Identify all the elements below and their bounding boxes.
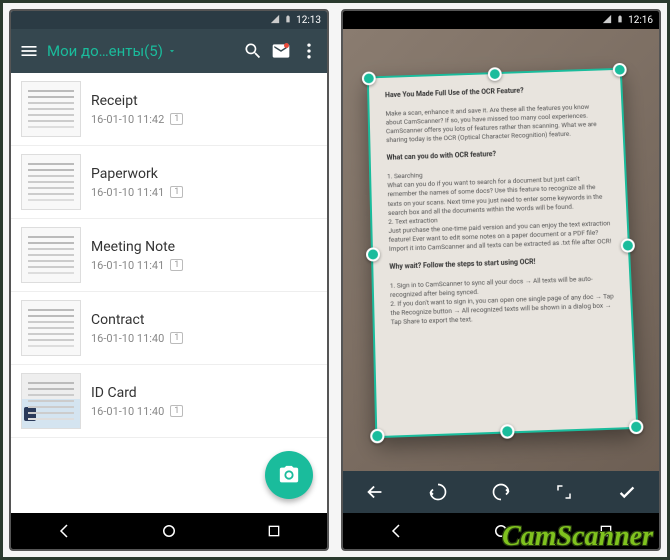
doc-title: ID Card bbox=[91, 385, 317, 401]
doc-meta: 16-01-10 11:40 1 bbox=[91, 405, 317, 418]
paper-heading: Why wait? Follow the steps to start usin… bbox=[390, 258, 536, 271]
doc-meta: 16-01-10 11:41 1 bbox=[91, 186, 317, 199]
doc-thumbnail bbox=[21, 81, 81, 137]
battery-icon bbox=[616, 14, 624, 27]
doc-timestamp: 16-01-10 11:40 bbox=[91, 332, 164, 345]
page-count-badge: 1 bbox=[170, 332, 183, 344]
crop-handle[interactable] bbox=[366, 247, 380, 261]
doc-timestamp: 16-01-10 11:40 bbox=[91, 405, 164, 418]
paper-heading: Have You Made Full Use of the OCR Featur… bbox=[385, 86, 524, 99]
crop-handle[interactable] bbox=[371, 429, 386, 444]
doc-meta: 16-01-10 11:41 1 bbox=[91, 259, 317, 272]
document-list: Receipt 16-01-10 11:42 1 Paperwork 16-01… bbox=[11, 73, 327, 513]
recents-button[interactable] bbox=[263, 520, 285, 542]
page-count-badge: 1 bbox=[170, 405, 183, 417]
camera-fab[interactable] bbox=[265, 451, 313, 499]
doc-thumbnail bbox=[21, 154, 81, 210]
expand-icon[interactable] bbox=[550, 478, 578, 506]
crop-handle[interactable] bbox=[362, 71, 376, 85]
back-button[interactable] bbox=[385, 520, 407, 542]
search-icon[interactable] bbox=[243, 41, 263, 61]
doc-title: Receipt bbox=[91, 93, 317, 109]
status-time: 12:13 bbox=[296, 15, 321, 26]
folder-title-text: Мои до…енты(5) bbox=[47, 42, 163, 60]
paper-text: 1. Searching bbox=[387, 171, 423, 180]
android-nav-bar bbox=[343, 513, 659, 549]
doc-timestamp: 16-01-10 11:41 bbox=[91, 186, 164, 199]
crop-toolbar bbox=[343, 471, 659, 513]
doc-thumbnail bbox=[21, 227, 81, 283]
signal-icon bbox=[270, 14, 280, 27]
home-button[interactable] bbox=[490, 520, 512, 542]
list-item[interactable]: Meeting Note 16-01-10 11:41 1 bbox=[11, 219, 327, 292]
mail-icon[interactable] bbox=[271, 41, 291, 61]
page-count-badge: 1 bbox=[170, 259, 183, 271]
paper-text: 2. Text extraction bbox=[389, 216, 439, 226]
android-nav-bar bbox=[11, 513, 327, 549]
list-item[interactable]: ID Card 16-01-10 11:40 1 bbox=[11, 365, 327, 438]
doc-title: Meeting Note bbox=[91, 239, 317, 255]
overflow-icon[interactable] bbox=[299, 41, 319, 61]
scanned-page: Have You Made Full Use of the OCR Featur… bbox=[367, 68, 639, 439]
doc-title: Contract bbox=[91, 312, 317, 328]
crop-handle[interactable] bbox=[500, 424, 515, 439]
crop-handle[interactable] bbox=[613, 63, 627, 77]
crop-handle[interactable] bbox=[488, 67, 502, 81]
capture-preview[interactable]: Have You Made Full Use of the OCR Featur… bbox=[343, 29, 659, 471]
signal-icon bbox=[602, 14, 612, 27]
back-icon[interactable] bbox=[361, 478, 389, 506]
recents-button[interactable] bbox=[595, 520, 617, 542]
doc-title: Paperwork bbox=[91, 166, 317, 182]
paper-heading: What can you do with OCR feature? bbox=[387, 150, 497, 162]
battery-icon bbox=[284, 14, 292, 27]
chevron-down-icon bbox=[167, 46, 177, 56]
doc-thumbnail bbox=[21, 300, 81, 356]
page-count-badge: 1 bbox=[170, 186, 183, 198]
doc-timestamp: 16-01-10 11:42 bbox=[91, 113, 164, 126]
rotate-left-icon[interactable] bbox=[424, 478, 452, 506]
doc-timestamp: 16-01-10 11:41 bbox=[91, 259, 164, 272]
camera-icon bbox=[278, 464, 300, 486]
crop-handle[interactable] bbox=[621, 238, 636, 252]
app-toolbar: Мои до…енты(5) bbox=[11, 29, 327, 73]
paper-text: Make a scan, enhance it and save it. Are… bbox=[386, 103, 597, 144]
status-time: 12:16 bbox=[628, 15, 653, 26]
doc-meta: 16-01-10 11:40 1 bbox=[91, 332, 317, 345]
paper-text: What can you do if you want to search fo… bbox=[388, 175, 603, 217]
list-item[interactable]: Contract 16-01-10 11:40 1 bbox=[11, 292, 327, 365]
menu-icon[interactable] bbox=[19, 41, 39, 61]
rotate-right-icon[interactable] bbox=[487, 478, 515, 506]
list-item[interactable]: Paperwork 16-01-10 11:41 1 bbox=[11, 146, 327, 219]
phone-crop-preview: 12:16 Have You Made Full Use of the OCR … bbox=[341, 9, 661, 551]
page-count-badge: 1 bbox=[170, 113, 183, 125]
crop-handle[interactable] bbox=[629, 420, 644, 435]
status-bar: 12:16 bbox=[343, 11, 659, 29]
status-bar: 12:13 bbox=[11, 11, 327, 29]
home-button[interactable] bbox=[158, 520, 180, 542]
phone-doc-list: 12:13 Мои до…енты(5) Receipt 16-01-10 11… bbox=[9, 9, 329, 551]
notification-dot bbox=[284, 43, 289, 48]
doc-thumbnail bbox=[21, 373, 81, 429]
doc-meta: 16-01-10 11:42 1 bbox=[91, 113, 317, 126]
list-item[interactable]: Receipt 16-01-10 11:42 1 bbox=[11, 73, 327, 146]
confirm-icon[interactable] bbox=[613, 478, 641, 506]
folder-title[interactable]: Мои до…енты(5) bbox=[47, 42, 235, 60]
back-button[interactable] bbox=[53, 520, 75, 542]
